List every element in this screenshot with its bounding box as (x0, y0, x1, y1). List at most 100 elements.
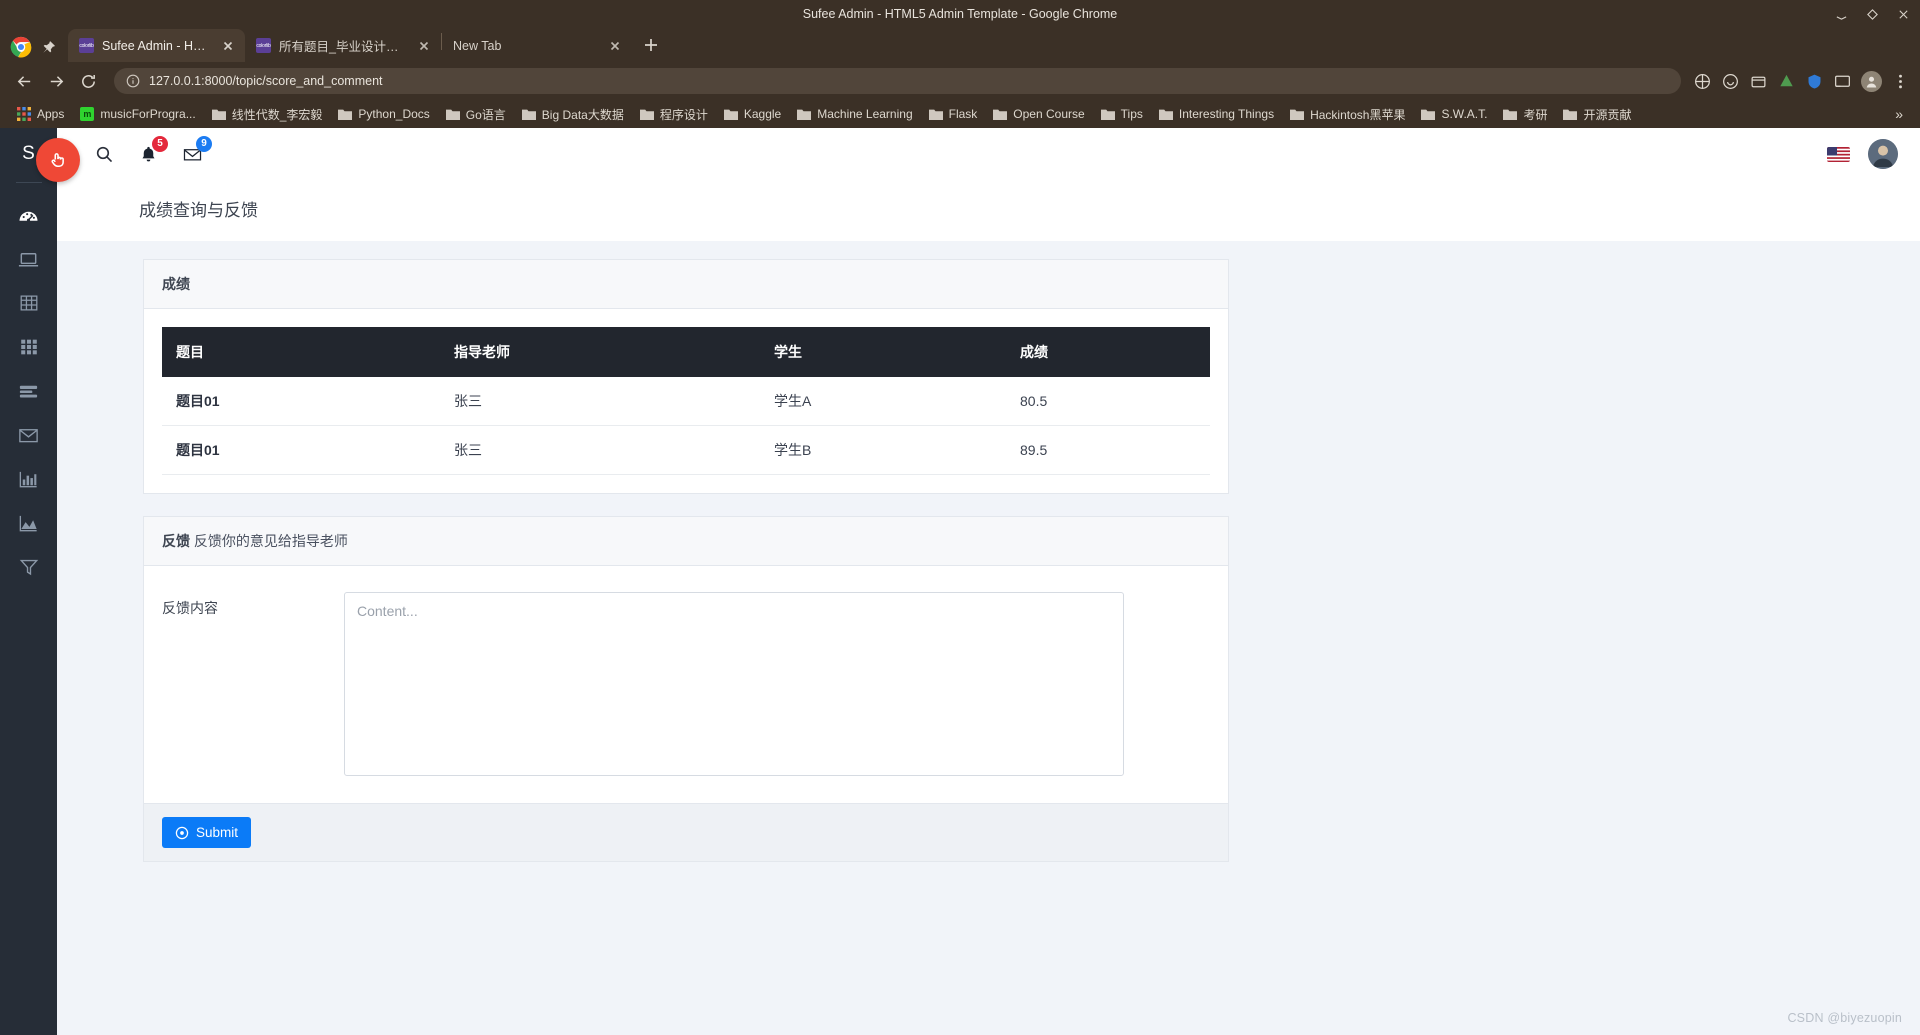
sidebar-item-funnel[interactable] (0, 545, 57, 589)
pin-icon[interactable] (40, 40, 56, 56)
folder-icon (639, 109, 654, 120)
browser-tab-2[interactable]: New Tab (442, 29, 632, 62)
bookmark-item-2[interactable]: Python_Docs (330, 104, 437, 124)
messages-badge: 9 (196, 136, 212, 152)
new-tab-button[interactable] (638, 32, 664, 58)
submit-button[interactable]: Submit (162, 817, 252, 848)
bookmark-item-8[interactable]: Flask (921, 104, 986, 124)
sidebar-item-tables[interactable] (0, 281, 57, 325)
table-row[interactable]: 题目01 张三 学生A 80.5 (162, 377, 1210, 426)
bookmark-item-7[interactable]: Machine Learning (789, 104, 920, 124)
tab-close-icon[interactable] (417, 39, 431, 53)
notifications-badge: 5 (152, 136, 168, 152)
green-square-icon: m (80, 107, 95, 121)
bookmark-label: Interesting Things (1178, 107, 1275, 121)
sidebar-item-forms[interactable] (0, 369, 57, 413)
window-titlebar: Sufee Admin - HTML5 Admin Template - Goo… (0, 0, 1920, 28)
folder-icon (928, 109, 943, 120)
bookmark-item-14[interactable]: 考研 (1495, 103, 1555, 126)
feedback-textarea[interactable] (344, 592, 1124, 776)
sidebar-item-components[interactable] (0, 325, 57, 369)
bookmark-label: Open Course (1013, 107, 1085, 121)
bookmark-item-5[interactable]: 程序设计 (632, 103, 716, 126)
tab-label: 所有题目_毕业设计系统 (279, 40, 409, 54)
feedback-form-row: 反馈内容 (162, 584, 1210, 785)
profile-avatar[interactable] (1861, 70, 1882, 92)
admin-sidebar: S (0, 128, 80, 1035)
sidebar-item-ui-elements[interactable] (0, 237, 57, 281)
bookmark-item-4[interactable]: Big Data大数据 (514, 103, 632, 126)
tab-label: Sufee Admin - HTML5 Admin (102, 38, 213, 53)
window-title: Sufee Admin - HTML5 Admin Template - Goo… (802, 7, 1118, 21)
column-header-topic: 题目 (162, 327, 440, 377)
cell-student: 学生B (760, 425, 1006, 475)
sidebar-item-mail[interactable] (0, 413, 57, 457)
tab-label: New Tab (453, 38, 502, 53)
sidebar-item-area-chart[interactable] (0, 501, 57, 545)
bookmark-item-12[interactable]: Hackintosh黑苹果 (1282, 103, 1413, 126)
colorful-extension-icon[interactable] (1777, 72, 1796, 91)
feedback-card: 反馈 反馈你的意见给指导老师 反馈内容 Content... Submit (143, 516, 1229, 862)
cast-icon[interactable] (1833, 72, 1852, 91)
back-button[interactable] (10, 67, 38, 95)
folder-icon (1290, 109, 1305, 120)
info-circle-icon (126, 74, 140, 88)
search-button[interactable] (93, 143, 115, 165)
bookmark-item-1[interactable]: 线性代数_李宏毅 (204, 103, 331, 126)
cell-score: 89.5 (1006, 425, 1210, 475)
bookmark-item-6[interactable]: Kaggle (716, 104, 789, 124)
browser-tab-1[interactable]: colorlib 所有题目_毕业设计系统 (245, 29, 441, 62)
bookmark-item-13[interactable]: S.W.A.T. (1413, 104, 1495, 124)
maximize-button[interactable] (1866, 8, 1879, 21)
bookmark-item-0[interactable]: m musicForProgra... (72, 104, 203, 124)
bookmarks-overflow-button[interactable]: » (1887, 106, 1911, 122)
bookmark-apps[interactable]: Apps (9, 104, 72, 124)
sidebar-toggle-fab[interactable] (36, 138, 80, 182)
minimize-button[interactable] (1835, 8, 1848, 21)
bookmark-item-10[interactable]: Tips (1093, 104, 1151, 124)
notifications-button[interactable]: 5 (137, 136, 168, 165)
cell-teacher: 张三 (440, 377, 760, 426)
extension-puzzle-icon[interactable] (1721, 72, 1740, 91)
us-flag-icon (1827, 146, 1850, 162)
sidebar-item-dashboard[interactable] (0, 193, 57, 237)
bookmark-label: Apps (37, 107, 65, 121)
bookmark-item-11[interactable]: Interesting Things (1151, 104, 1282, 124)
tab-favicon-icon: colorlib (79, 38, 94, 53)
address-bar[interactable]: 127.0.0.1:8000/topic/score_and_comment (114, 68, 1681, 94)
column-header-teacher: 指导老师 (440, 327, 760, 377)
window-controls (1835, 0, 1910, 28)
folder-icon (993, 109, 1008, 120)
bookmark-item-3[interactable]: Go语言 (438, 103, 514, 126)
messages-button[interactable]: 9 (181, 136, 212, 165)
score-table: 题目 指导老师 学生 成绩 题目01 张三 学生A 80.5 题目01 张三 学… (162, 327, 1210, 475)
column-header-student: 学生 (760, 327, 1006, 377)
user-avatar[interactable] (1868, 139, 1898, 169)
bookmark-item-15[interactable]: 开源贡献 (1555, 103, 1639, 126)
user-icon (1866, 76, 1877, 87)
topnav-right-group (1827, 139, 1898, 169)
chrome-menu-icon[interactable] (1891, 72, 1910, 91)
tab-close-icon[interactable] (608, 39, 622, 53)
cell-topic: 题目01 (162, 377, 440, 426)
reload-button[interactable] (74, 67, 102, 95)
share-icon[interactable] (1693, 72, 1712, 91)
browser-tab-0[interactable]: colorlib Sufee Admin - HTML5 Admin (68, 29, 245, 62)
list-lines-icon (19, 385, 38, 397)
close-button[interactable] (1897, 8, 1910, 21)
forward-button[interactable] (42, 67, 70, 95)
downloads-icon[interactable] (1749, 72, 1768, 91)
table-row[interactable]: 题目01 张三 学生B 89.5 (162, 425, 1210, 475)
page-title: 成绩查询与反馈 (139, 201, 258, 220)
tab-close-icon[interactable] (221, 39, 235, 53)
cell-student: 学生A (760, 377, 1006, 426)
language-selector[interactable] (1827, 146, 1850, 162)
bookmark-item-9[interactable]: Open Course (985, 104, 1092, 124)
folder-icon (1421, 109, 1436, 120)
chrome-window: Sufee Admin - HTML5 Admin Template - Goo… (0, 0, 1920, 1035)
shield-extension-icon[interactable] (1805, 72, 1824, 91)
tab-strip: colorlib Sufee Admin - HTML5 Admin color… (0, 28, 1920, 62)
folder-icon (1158, 109, 1173, 120)
feedback-card-subtitle: 反馈你的意见给指导老师 (193, 533, 348, 549)
sidebar-item-charts[interactable] (0, 457, 57, 501)
